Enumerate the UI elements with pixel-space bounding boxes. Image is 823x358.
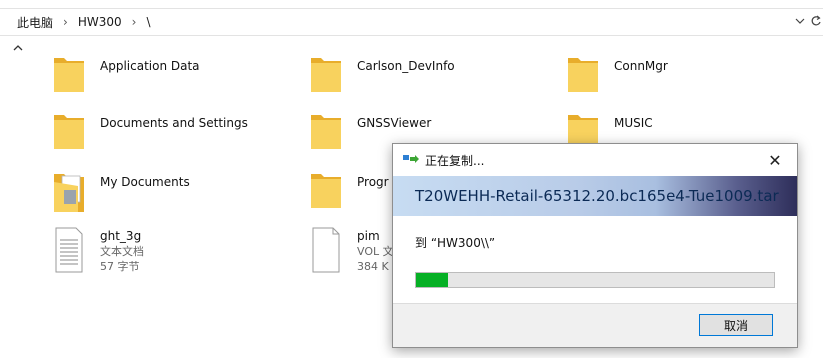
list-item[interactable]: Application Data [52, 52, 200, 102]
list-item[interactable]: ght_3g 文本文档 57 字节 [52, 226, 144, 276]
text-document-icon [52, 226, 86, 273]
list-item[interactable]: pim VOL 文 384 K [309, 226, 394, 276]
file-name: Documents and Settings [100, 116, 248, 130]
chevron-down-icon[interactable] [795, 16, 805, 29]
cancel-button[interactable]: 取消 [699, 314, 773, 336]
breadcrumb-this-pc[interactable]: 此电脑 [0, 14, 57, 31]
address-bar-controls [795, 9, 823, 35]
folder-icon [309, 168, 343, 212]
progress-bar [415, 272, 775, 288]
file-icon [309, 226, 343, 273]
folder-icon [52, 52, 86, 96]
breadcrumb-separator[interactable]: › [126, 15, 143, 29]
file-size: 57 字节 [100, 260, 140, 273]
folder-icon [309, 52, 343, 96]
file-name: GNSSViewer [357, 116, 432, 130]
list-item[interactable]: ConnMgr [566, 52, 668, 102]
refresh-icon[interactable] [811, 15, 821, 30]
copying-filename: T20WEHH-Retail-65312.20.bc165e4-Tue1009.… [415, 187, 779, 205]
file-kind: 文本文档 [100, 245, 144, 258]
folder-icon [566, 52, 600, 96]
list-item[interactable]: Documents and Settings [52, 109, 248, 159]
file-kind: VOL 文 [357, 245, 394, 258]
file-name: Progr [357, 175, 389, 189]
scroll-up-arrow-icon[interactable] [12, 42, 24, 54]
file-size: 384 K [357, 260, 389, 273]
folder-icon [309, 109, 343, 153]
breadcrumb-hw300[interactable]: HW300 [74, 15, 126, 29]
breadcrumb-separator[interactable]: › [57, 15, 74, 29]
file-name: My Documents [100, 175, 190, 189]
file-explorer-window: 此电脑 › HW300 › \ Application Data Carlson… [0, 0, 823, 358]
file-name: ConnMgr [614, 59, 668, 73]
list-item[interactable]: Carlson_DevInfo [309, 52, 455, 102]
file-name: Carlson_DevInfo [357, 59, 455, 73]
file-name: MUSIC [614, 116, 653, 130]
list-item[interactable]: My Documents [52, 168, 190, 218]
dialog-title: 正在复制... [425, 153, 485, 168]
list-item[interactable]: Progr [309, 168, 389, 218]
filename-banner: T20WEHH-Retail-65312.20.bc165e4-Tue1009.… [393, 176, 797, 216]
progress-bar-fill [416, 273, 449, 287]
file-name: pim [357, 229, 380, 243]
address-bar[interactable]: 此电脑 › HW300 › \ [0, 8, 823, 36]
folder-icon [52, 109, 86, 153]
breadcrumb-root[interactable]: \ [142, 15, 154, 29]
destination-text: 到 “HW300\\” [415, 236, 496, 250]
dialog-titlebar[interactable]: 正在复制... ✕ [393, 144, 797, 176]
copy-arrows-icon [403, 153, 419, 168]
dialog-footer: 取消 [393, 303, 797, 347]
file-name: Application Data [100, 59, 200, 73]
file-name: ght_3g [100, 229, 142, 243]
documents-folder-icon [52, 168, 86, 212]
copy-progress-dialog: 正在复制... ✕ T20WEHH-Retail-65312.20.bc165e… [392, 143, 798, 348]
close-icon[interactable]: ✕ [753, 144, 797, 176]
